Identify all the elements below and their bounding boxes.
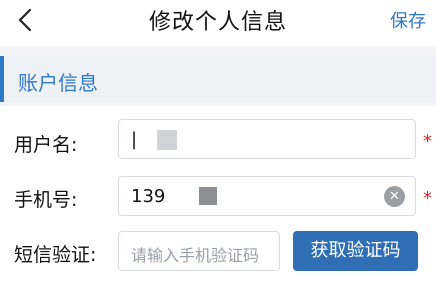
section-title: 账户信息 — [18, 71, 98, 95]
username-field[interactable]: | — [118, 119, 416, 159]
account-info-section-header: 账户信息 — [0, 56, 436, 102]
clear-icon[interactable]: ✕ — [384, 186, 405, 207]
username-value: | — [131, 129, 138, 150]
app-header: 修改个人信息 保存 — [0, 0, 436, 46]
get-code-button[interactable]: 获取验证码 — [293, 231, 418, 271]
phone-redaction — [199, 187, 217, 205]
sms-code-input[interactable]: 请输入手机验证码 — [118, 231, 280, 271]
phone-label: 手机号: — [14, 189, 78, 211]
page-title: 修改个人信息 — [148, 10, 287, 35]
account-form: 用户名: | * 手机号: 139 ✕ * 短信验证: 请输入手机验证码 获取验… — [0, 106, 436, 285]
username-required-mark: * — [423, 131, 432, 152]
username-label: 用户名: — [14, 134, 78, 156]
save-button[interactable]: 保存 — [390, 7, 426, 33]
phone-value: 139 — [131, 186, 166, 207]
username-redaction — [157, 130, 177, 150]
phone-field[interactable]: 139 ✕ — [118, 176, 416, 216]
sms-code-placeholder: 请输入手机验证码 — [131, 246, 260, 265]
phone-required-mark: * — [423, 188, 432, 209]
sms-code-label: 短信验证: — [14, 244, 97, 266]
